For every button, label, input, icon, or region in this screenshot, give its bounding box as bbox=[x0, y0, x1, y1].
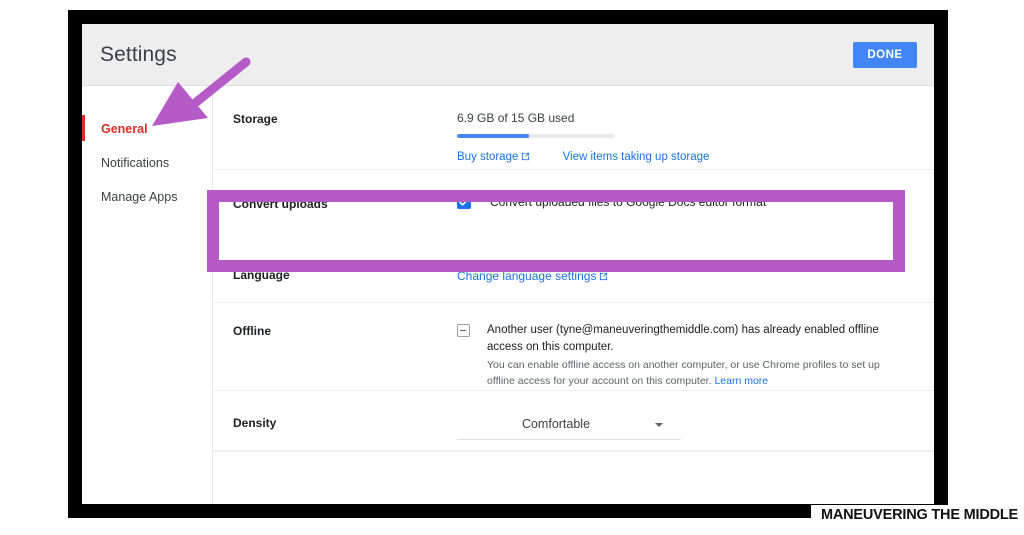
settings-sidebar: General Notifications Manage Apps bbox=[82, 86, 213, 504]
convert-uploads-checkbox-label: Convert uploaded files to Google Docs ed… bbox=[490, 195, 767, 209]
settings-row-convert-uploads: Convert uploads Convert uploaded files t… bbox=[214, 170, 934, 245]
done-button[interactable]: DONE bbox=[853, 42, 917, 68]
density-value: Comfortable bbox=[457, 413, 914, 440]
language-value: Change language settings bbox=[457, 267, 914, 285]
settings-content: Storage 6.9 GB of 15 GB used Buy storage… bbox=[214, 86, 934, 504]
learn-more-link[interactable]: Learn more bbox=[714, 375, 768, 387]
language-label: Language bbox=[233, 268, 290, 282]
sidebar-item-label: General bbox=[101, 122, 148, 136]
change-language-label: Change language settings bbox=[457, 269, 597, 283]
watermark: MANEUVERING THE MIDDLE bbox=[811, 505, 1024, 525]
offline-sub-text: You can enable offline access on another… bbox=[487, 358, 899, 390]
settings-row-density: Density Comfortable bbox=[214, 391, 934, 451]
offline-label: Offline bbox=[233, 324, 271, 338]
storage-value: 6.9 GB of 15 GB used Buy storage View it… bbox=[457, 111, 914, 163]
external-link-icon bbox=[599, 272, 608, 281]
content-bottom-divider bbox=[214, 451, 934, 465]
external-link-icon bbox=[521, 152, 530, 161]
settings-dialog: Settings DONE General Notifications Mana… bbox=[82, 24, 934, 504]
storage-used-text: 6.9 GB of 15 GB used bbox=[457, 111, 575, 125]
offline-main-text: Another user (tyne@maneuveringthemiddle.… bbox=[487, 324, 879, 353]
storage-links: Buy storage View items taking up storage bbox=[457, 151, 914, 163]
density-selected-value: Comfortable bbox=[521, 417, 591, 431]
storage-progress-fill bbox=[457, 134, 530, 138]
sidebar-item-notifications[interactable]: Notifications bbox=[82, 150, 212, 176]
offline-checkbox[interactable] bbox=[457, 324, 470, 337]
view-items-link[interactable]: View items taking up storage bbox=[563, 151, 710, 163]
dialog-header: Settings DONE bbox=[82, 24, 934, 86]
convert-uploads-value: Convert uploaded files to Google Docs ed… bbox=[457, 195, 914, 209]
buy-storage-link[interactable]: Buy storage bbox=[457, 151, 530, 163]
offline-value: Another user (tyne@maneuveringthemiddle.… bbox=[457, 322, 914, 390]
offline-sub-label: You can enable offline access on another… bbox=[487, 359, 880, 388]
density-select[interactable]: Comfortable bbox=[457, 413, 681, 440]
sidebar-item-label: Notifications bbox=[101, 156, 170, 170]
convert-uploads-checkbox[interactable] bbox=[457, 195, 471, 209]
settings-row-language: Language Change language settings bbox=[214, 245, 934, 303]
chevron-down-icon bbox=[655, 423, 663, 427]
settings-row-offline: Offline Another user (tyne@maneuveringth… bbox=[214, 303, 934, 391]
convert-uploads-label: Convert uploads bbox=[233, 197, 328, 211]
sidebar-item-manage-apps[interactable]: Manage Apps bbox=[82, 184, 212, 210]
buy-storage-label: Buy storage bbox=[457, 151, 519, 163]
density-label: Density bbox=[233, 416, 277, 430]
page-title: Settings bbox=[100, 43, 177, 66]
change-language-link[interactable]: Change language settings bbox=[457, 269, 608, 283]
storage-label: Storage bbox=[233, 112, 278, 126]
sidebar-item-label: Manage Apps bbox=[101, 190, 178, 204]
sidebar-item-general[interactable]: General bbox=[82, 115, 212, 142]
dialog-body: General Notifications Manage Apps Storag… bbox=[82, 86, 934, 504]
storage-progress-bar bbox=[457, 134, 614, 138]
settings-row-storage: Storage 6.9 GB of 15 GB used Buy storage… bbox=[214, 86, 934, 170]
offline-texts: Another user (tyne@maneuveringthemiddle.… bbox=[487, 322, 899, 390]
